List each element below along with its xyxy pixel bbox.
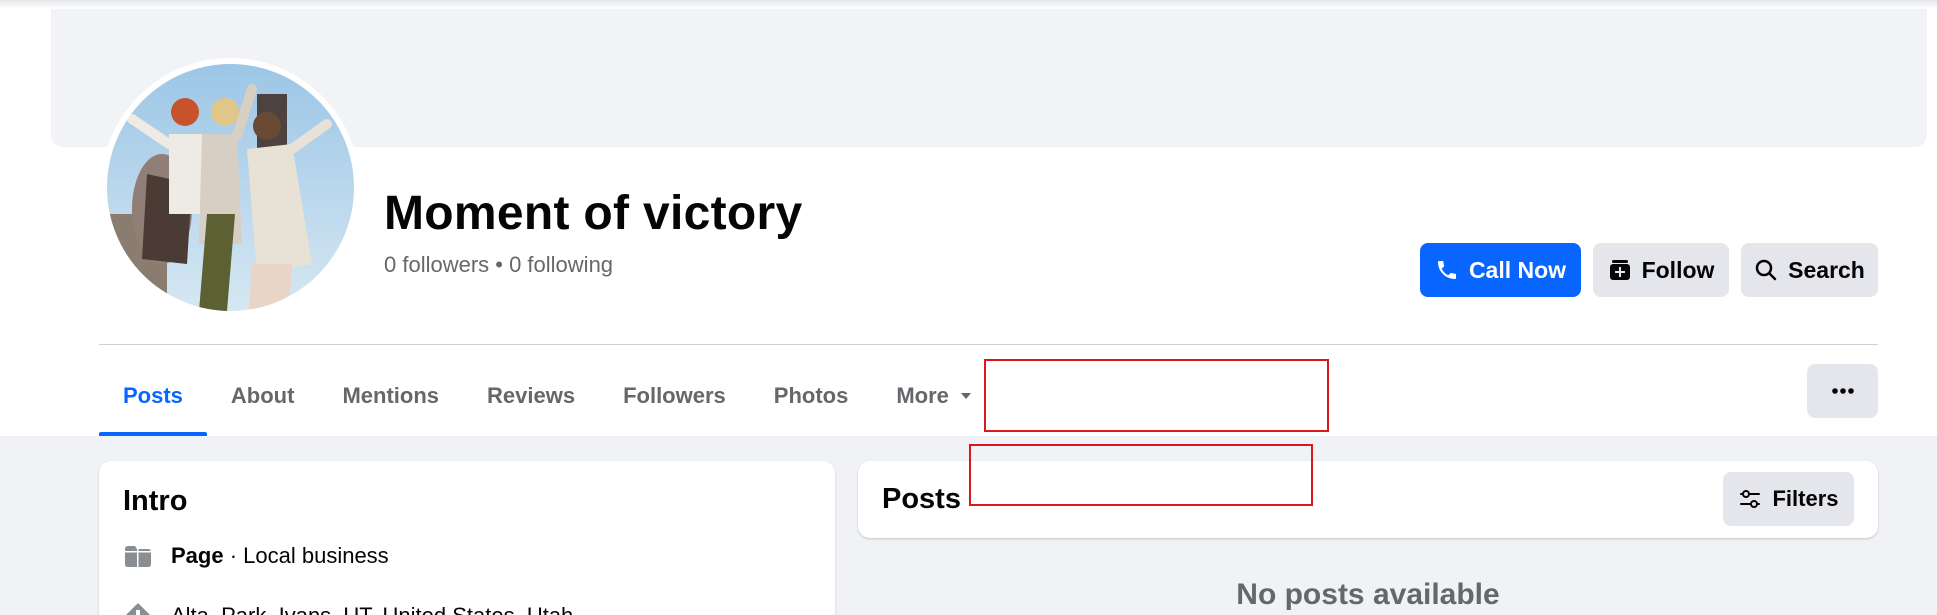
intro-title: Intro [123, 485, 188, 517]
tab-label: Posts [123, 383, 183, 408]
filters-label: Filters [1772, 486, 1839, 511]
page-title: Moment of victory [384, 187, 803, 240]
more-options-button[interactable] [1807, 364, 1878, 418]
call-now-button[interactable]: Call Now [1420, 243, 1581, 297]
tab-mentions[interactable]: Mentions [318, 356, 463, 436]
sliders-icon [1740, 490, 1761, 508]
filters-button[interactable]: Filters [1723, 472, 1854, 526]
page-category: · Local business [223, 543, 389, 568]
profile-photo [107, 64, 354, 311]
tab-posts[interactable]: Posts [99, 356, 207, 436]
follow-button[interactable]: Follow [1593, 243, 1729, 297]
annotation-box [984, 359, 1329, 432]
profile-picture[interactable] [101, 58, 360, 317]
tab-followers[interactable]: Followers [599, 356, 750, 436]
caret-down-icon [960, 393, 971, 399]
phone-icon [1437, 261, 1456, 279]
page-type-text: Page · Local business [171, 543, 389, 569]
annotation-box [969, 444, 1313, 506]
location-icon [126, 603, 150, 615]
page-icon [125, 546, 151, 567]
search-button[interactable]: Search [1741, 243, 1878, 297]
page-type-row: Page · Local business [123, 543, 389, 569]
tab-label: Reviews [487, 383, 576, 408]
top-bar-shadow [0, 0, 1937, 9]
posts-title: Posts [882, 483, 961, 515]
tab-label: More [896, 383, 949, 408]
tab-photos[interactable]: Photos [750, 356, 873, 436]
address-row: Alta, Park, Ivans, UT, United States, Ut… [123, 601, 573, 615]
empty-posts-message: No posts available [1236, 578, 1500, 611]
header-divider [99, 344, 1878, 345]
tab-reviews[interactable]: Reviews [463, 356, 599, 436]
follow-label: Follow [1641, 256, 1715, 283]
follower-stats[interactable]: 0 followers • 0 following [384, 252, 613, 278]
search-label: Search [1788, 256, 1865, 283]
follow-icon [1609, 260, 1630, 280]
tab-more[interactable]: More [872, 356, 997, 436]
ellipsis-icon [1831, 388, 1854, 394]
intro-card: Intro Page · Local business Alta, Park, … [99, 461, 835, 615]
call-now-label: Call Now [1468, 256, 1567, 283]
tab-label: Mentions [342, 383, 440, 408]
profile-tabs: Posts About Mentions Reviews Followers P… [99, 356, 997, 436]
address-text[interactable]: Alta, Park, Ivans, UT, United States, Ut… [171, 603, 573, 615]
tab-label: Followers [623, 383, 726, 408]
page-type-label: Page [171, 543, 224, 568]
search-icon [1755, 259, 1777, 281]
tab-label: About [230, 383, 295, 408]
tab-about[interactable]: About [207, 356, 319, 436]
tab-label: Photos [773, 383, 849, 408]
